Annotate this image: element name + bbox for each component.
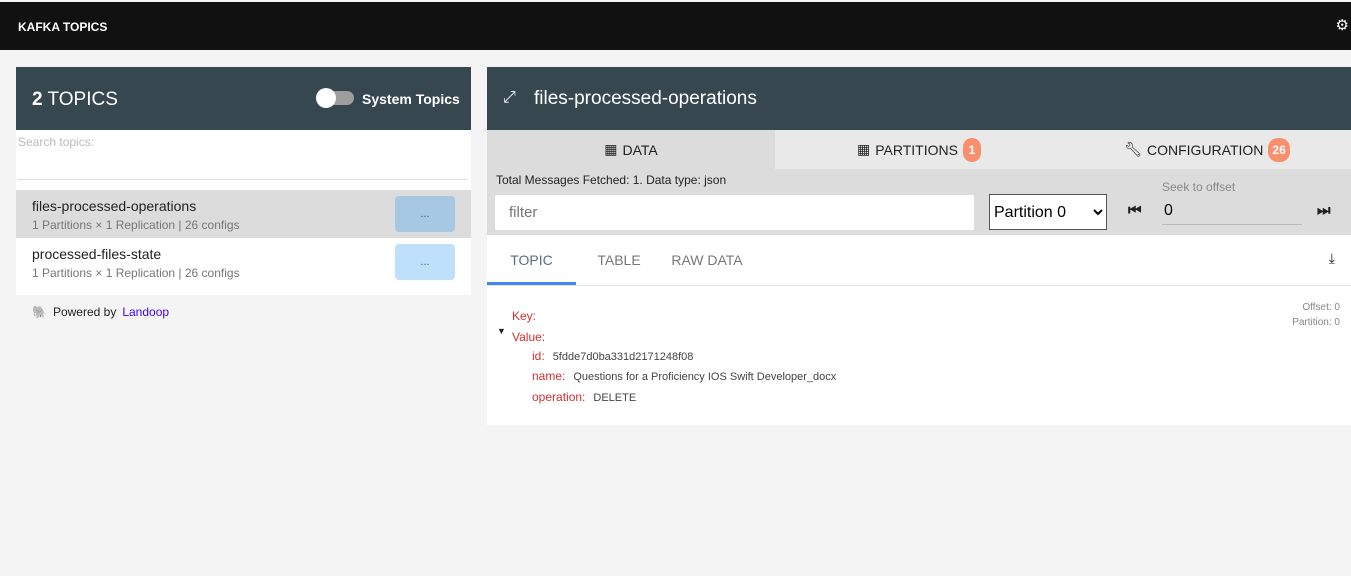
- elephant-icon: 🐘: [32, 305, 47, 319]
- offset-input[interactable]: [1162, 197, 1302, 225]
- gear-icon[interactable]: ⚙: [1336, 16, 1349, 34]
- partition-select[interactable]: Partition 0: [989, 194, 1107, 230]
- topics-panel: 2 TOPICS System Topics files-processed-o…: [16, 67, 471, 319]
- collapse-arrow-icon[interactable]: ▼: [497, 326, 506, 336]
- topic-detail-panel: ⤢ files-processed-operations ▦ DATA ▦ PART…: [487, 67, 1351, 425]
- topic-actions-button[interactable]: ...: [395, 196, 455, 232]
- topic-meta: 1 Partitions × 1 Replication | 26 config…: [32, 266, 240, 280]
- system-topics-label: System Topics: [362, 91, 460, 107]
- system-topics-toggle[interactable]: [316, 88, 354, 108]
- view-tabs: TOPIC TABLE RAW DATA ⤓: [487, 235, 1351, 286]
- topic-actions-button[interactable]: ...: [395, 244, 455, 280]
- data-controls: Total Messages Fetched: 1. Data type: js…: [487, 169, 1351, 235]
- table-icon: ▦: [604, 141, 618, 157]
- expand-icon[interactable]: ⤢: [503, 89, 516, 107]
- table-icon: ▦: [857, 141, 871, 157]
- field-row: operation: DELETE: [532, 390, 636, 404]
- download-icon[interactable]: ⤓: [1329, 250, 1335, 267]
- topic-item[interactable]: files-processed-operations 1 Partitions …: [16, 190, 471, 238]
- tab-data[interactable]: ▦ DATA: [487, 130, 775, 169]
- field-value: 5fdde7d0ba331d2171248f08: [552, 351, 694, 363]
- field-value: DELETE: [593, 392, 637, 404]
- field-row: name: Questions for a Proficiency IOS Swi…: [532, 369, 836, 383]
- topic-name: processed-files-state: [32, 246, 162, 262]
- topic-tabs: ▦ DATA ▦ PARTITIONS 1 🔧︎ CONFIGURATION 26: [487, 130, 1351, 169]
- powered-by-text: Powered by: [52, 305, 117, 319]
- tab-label: PARTITIONS: [875, 141, 958, 158]
- search-input[interactable]: [18, 134, 467, 180]
- message-meta: Offset: 0 Partition: 0: [1292, 300, 1340, 330]
- message-offset: Offset: 0: [1302, 302, 1340, 313]
- tab-label: DATA: [622, 141, 658, 158]
- field-key: operation:: [532, 390, 586, 404]
- message: Key: ▼ Value: id: 5fdde7d0ba331d2171248f0…: [487, 286, 1351, 426]
- key-label: Key:: [512, 309, 537, 323]
- topics-count: 2 TOPICS: [32, 89, 118, 110]
- topic-title: files-processed-operations: [534, 88, 757, 109]
- seek-first-icon[interactable]: ⏮: [1128, 202, 1142, 219]
- topic-header: ⤢ files-processed-operations: [487, 67, 1351, 130]
- landoop-link[interactable]: Landoop: [122, 305, 169, 319]
- configuration-badge: 26: [1268, 137, 1290, 162]
- value-label[interactable]: Value:: [512, 330, 545, 344]
- tab-configuration[interactable]: 🔧︎ CONFIGURATION 26: [1063, 130, 1351, 169]
- fetch-info: Total Messages Fetched: 1. Data type: js…: [496, 173, 727, 187]
- topic-item[interactable]: processed-files-state 1 Partitions × 1 R…: [16, 238, 471, 286]
- tab-table[interactable]: TABLE: [589, 235, 649, 285]
- partitions-badge: 1: [962, 137, 981, 162]
- powered-by: 🐘 Powered by Landoop: [32, 305, 169, 319]
- app-title: KAFKA TOPICS: [18, 20, 108, 34]
- wrench-icon: 🔧︎: [1124, 141, 1142, 157]
- search-box: [16, 130, 471, 188]
- filter-input[interactable]: [494, 194, 975, 231]
- tab-partitions[interactable]: ▦ PARTITIONS 1: [775, 130, 1063, 169]
- topic-name: files-processed-operations: [32, 198, 197, 214]
- topics-header: 2 TOPICS System Topics: [16, 67, 471, 130]
- seek-last-icon[interactable]: ⏭: [1317, 202, 1331, 219]
- field-key: id:: [532, 349, 545, 363]
- tab-label: CONFIGURATION: [1147, 141, 1264, 158]
- message-partition: Partition: 0: [1292, 317, 1340, 328]
- field-key: name:: [532, 369, 566, 383]
- seek-label: Seek to offset: [1162, 180, 1236, 194]
- app-header: KAFKA TOPICS ⚙: [0, 2, 1351, 50]
- field-value: Questions for a Proficiency IOS Swift De…: [573, 371, 837, 383]
- topic-list: files-processed-operations 1 Partitions …: [16, 188, 471, 295]
- tab-topic[interactable]: TOPIC: [487, 235, 576, 285]
- field-row: id: 5fdde7d0ba331d2171248f08: [532, 349, 693, 363]
- topic-meta: 1 Partitions × 1 Replication | 26 config…: [32, 218, 240, 232]
- tab-raw-data[interactable]: RAW DATA: [662, 235, 752, 285]
